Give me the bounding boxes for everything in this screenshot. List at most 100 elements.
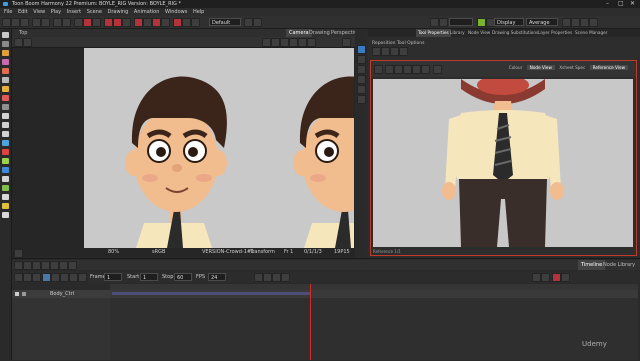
layer-row[interactable]: Body_Ctrl xyxy=(12,290,110,298)
menu-scene[interactable]: Scene xyxy=(87,9,102,15)
flip-icon[interactable] xyxy=(173,18,182,27)
tab-layer-properties[interactable]: Layer Properties xyxy=(536,29,574,37)
tab-node-library[interactable]: Node Library xyxy=(600,260,638,270)
paint-tool-icon[interactable] xyxy=(2,86,9,92)
node-select-icon[interactable] xyxy=(399,47,408,56)
render-mode-icon[interactable] xyxy=(307,38,316,47)
new-scene-icon[interactable] xyxy=(2,18,11,27)
ref-select-icon[interactable] xyxy=(385,65,394,74)
zoom-level[interactable]: 80% xyxy=(108,248,119,257)
line-tool-icon[interactable] xyxy=(2,104,9,110)
ease-icon[interactable] xyxy=(281,273,290,282)
undo-icon[interactable] xyxy=(32,18,41,27)
menu-view[interactable]: View xyxy=(33,9,45,15)
tab-colour[interactable]: Colour xyxy=(506,65,526,70)
select-tool-icon[interactable] xyxy=(2,32,9,38)
menu-insert[interactable]: Insert xyxy=(67,9,81,15)
key-add-icon[interactable] xyxy=(263,273,272,282)
tab-reference-view[interactable]: Reference View xyxy=(589,65,628,70)
morph-tool-icon[interactable] xyxy=(2,185,9,191)
close-button[interactable]: ✕ xyxy=(630,0,635,8)
workspace-save-icon[interactable] xyxy=(253,18,262,27)
select-tool-icon[interactable] xyxy=(562,18,571,27)
transform-tool-icon[interactable] xyxy=(571,18,580,27)
track-row[interactable] xyxy=(110,290,638,298)
next-frame-icon[interactable] xyxy=(69,273,78,282)
node-icon[interactable] xyxy=(357,55,366,64)
grid-toggle-icon[interactable] xyxy=(271,38,280,47)
ref-zoom-icon[interactable] xyxy=(421,65,430,74)
peg-select-icon[interactable] xyxy=(381,47,390,56)
stop-icon[interactable] xyxy=(113,18,122,27)
stop-play-icon[interactable] xyxy=(32,273,41,282)
average-select[interactable]: Average xyxy=(526,18,558,26)
menu-help[interactable]: Help xyxy=(193,9,204,15)
ref-dropper-icon[interactable] xyxy=(433,65,442,74)
status-icon[interactable] xyxy=(14,249,23,258)
open-scene-icon[interactable] xyxy=(11,18,20,27)
expand-icon[interactable] xyxy=(68,261,77,270)
ref-brush-icon[interactable] xyxy=(403,65,412,74)
transform-tool-icon[interactable] xyxy=(2,167,9,173)
deform-icon[interactable] xyxy=(143,18,152,27)
ref-transform-icon[interactable] xyxy=(412,65,421,74)
minimize-button[interactable]: – xyxy=(606,0,609,8)
paste-icon[interactable] xyxy=(62,18,71,27)
start-input[interactable]: 1 xyxy=(140,273,158,281)
play-icon[interactable] xyxy=(42,273,51,282)
display-select[interactable]: Display xyxy=(494,18,524,26)
show-all-icon[interactable] xyxy=(50,261,59,270)
sound-toggle-icon[interactable] xyxy=(60,273,69,282)
prev-frame-icon[interactable] xyxy=(23,273,32,282)
menu-animation[interactable]: Animation xyxy=(134,9,160,15)
peg-icon[interactable] xyxy=(23,38,32,47)
layers-icon[interactable] xyxy=(357,65,366,74)
ripple-icon[interactable] xyxy=(134,18,143,27)
delete-layer-icon[interactable] xyxy=(23,261,32,270)
first-frame-icon[interactable] xyxy=(14,273,23,282)
zoom-tool-icon[interactable] xyxy=(2,176,9,182)
timing-icon[interactable] xyxy=(357,95,366,104)
loop-icon[interactable] xyxy=(51,273,60,282)
sound-icon[interactable] xyxy=(122,18,131,27)
brush-tool-icon[interactable] xyxy=(2,50,9,56)
tab-scene-manager[interactable]: Scene Manager xyxy=(573,29,609,37)
copy-icon[interactable] xyxy=(53,18,62,27)
display-all-icon[interactable] xyxy=(262,38,271,47)
menu-file[interactable]: File xyxy=(4,9,12,15)
text-tool-icon[interactable] xyxy=(2,77,9,83)
render-icon[interactable] xyxy=(430,18,439,27)
add-peg-icon[interactable] xyxy=(32,261,41,270)
workspace-select[interactable]: Default xyxy=(209,18,241,26)
menu-edit[interactable]: Edit xyxy=(18,9,28,15)
tab-xsheet-spec[interactable]: Xsheet Spec xyxy=(556,65,588,70)
panel-menu-icon[interactable] xyxy=(342,38,351,47)
contour-editor-icon[interactable] xyxy=(2,41,9,47)
menu-play[interactable]: Play xyxy=(51,9,61,15)
add-layer-icon[interactable] xyxy=(14,261,23,270)
rotate-icon[interactable] xyxy=(191,18,200,27)
light-table-icon[interactable] xyxy=(83,18,92,27)
collapse-icon[interactable] xyxy=(59,261,68,270)
onion-skin-toggle-icon[interactable] xyxy=(552,273,561,282)
tab-node-view[interactable]: Node View xyxy=(466,29,492,37)
pencil-tool-icon[interactable] xyxy=(2,59,9,65)
deformer-icon[interactable] xyxy=(357,85,366,94)
camera-canvas[interactable] xyxy=(84,48,354,248)
layer-properties-icon[interactable] xyxy=(41,261,50,270)
lock-icon[interactable] xyxy=(22,292,26,296)
tab-node-view-ref[interactable]: Node View xyxy=(526,65,555,70)
timeline-options-icon[interactable] xyxy=(561,273,570,282)
tab-library[interactable]: Library xyxy=(448,29,467,37)
workspace-manager-icon[interactable] xyxy=(244,18,253,27)
spline-offset-icon[interactable] xyxy=(2,203,9,209)
bones-icon[interactable] xyxy=(357,75,366,84)
peg-tool-icon[interactable] xyxy=(589,18,598,27)
playhead[interactable] xyxy=(310,284,311,360)
tab-top[interactable]: Top xyxy=(16,29,30,37)
hand-tool-icon[interactable] xyxy=(2,194,9,200)
rotate-view-icon[interactable] xyxy=(2,212,9,218)
stop-input[interactable]: 60 xyxy=(174,273,192,281)
redo-icon[interactable] xyxy=(41,18,50,27)
eraser-tool-icon[interactable] xyxy=(2,68,9,74)
